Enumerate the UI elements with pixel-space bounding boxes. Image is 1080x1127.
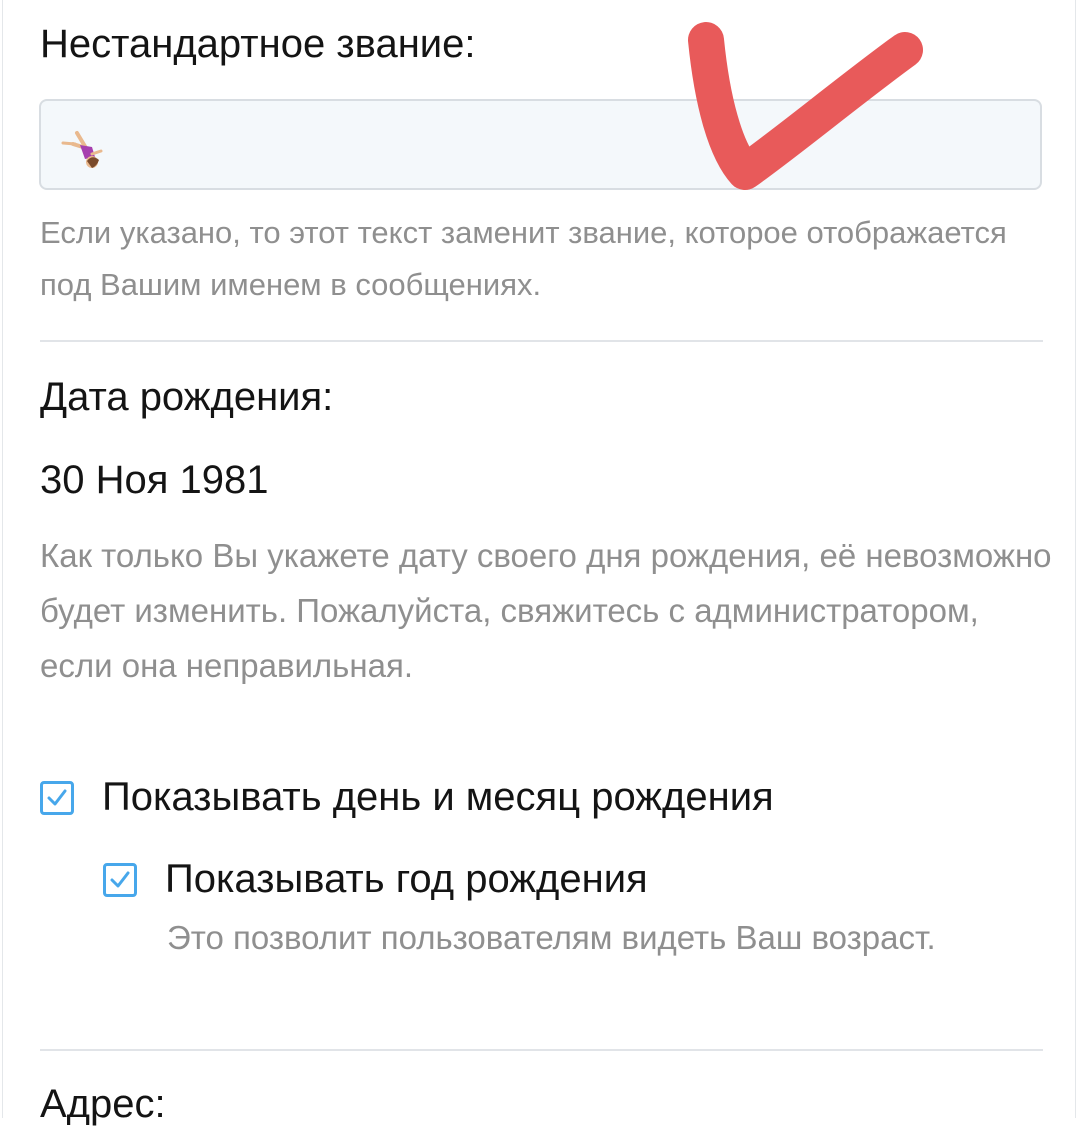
- birthday-value: 30 Ноя 1981: [40, 458, 269, 502]
- show-year-hint: Это позволит пользователям видеть Ваш во…: [167, 919, 936, 956]
- address-label: Адрес:: [40, 1082, 166, 1126]
- show-day-month-label[interactable]: Показывать день и месяц рождения: [102, 775, 774, 820]
- section-divider: [40, 1049, 1043, 1051]
- page-left-edge: [2, 0, 3, 1118]
- custom-title-label: Нестандартное звание:: [40, 22, 476, 66]
- custom-title-hint: Если указано, то этот текст заменит зван…: [40, 215, 1007, 302]
- show-year-label[interactable]: Показывать год рождения: [165, 857, 648, 902]
- section-divider: [40, 340, 1043, 342]
- show-year-option[interactable]: Показывать год рождения: [103, 857, 648, 902]
- birthday-label: Дата рождения:: [40, 375, 334, 419]
- birthday-hint: Как только Вы укажете дату своего дня ро…: [40, 537, 1052, 684]
- show-day-month-option[interactable]: Показывать день и месяц рождения: [40, 775, 774, 820]
- custom-title-input[interactable]: [39, 99, 1042, 190]
- person-cartwheel-emoji-icon: [59, 121, 109, 176]
- checkmark-icon: [47, 789, 67, 805]
- show-year-checkbox[interactable]: [103, 862, 137, 897]
- show-day-month-checkbox[interactable]: [40, 780, 74, 815]
- page-right-edge: [1075, 0, 1076, 1118]
- checkmark-icon: [110, 871, 130, 887]
